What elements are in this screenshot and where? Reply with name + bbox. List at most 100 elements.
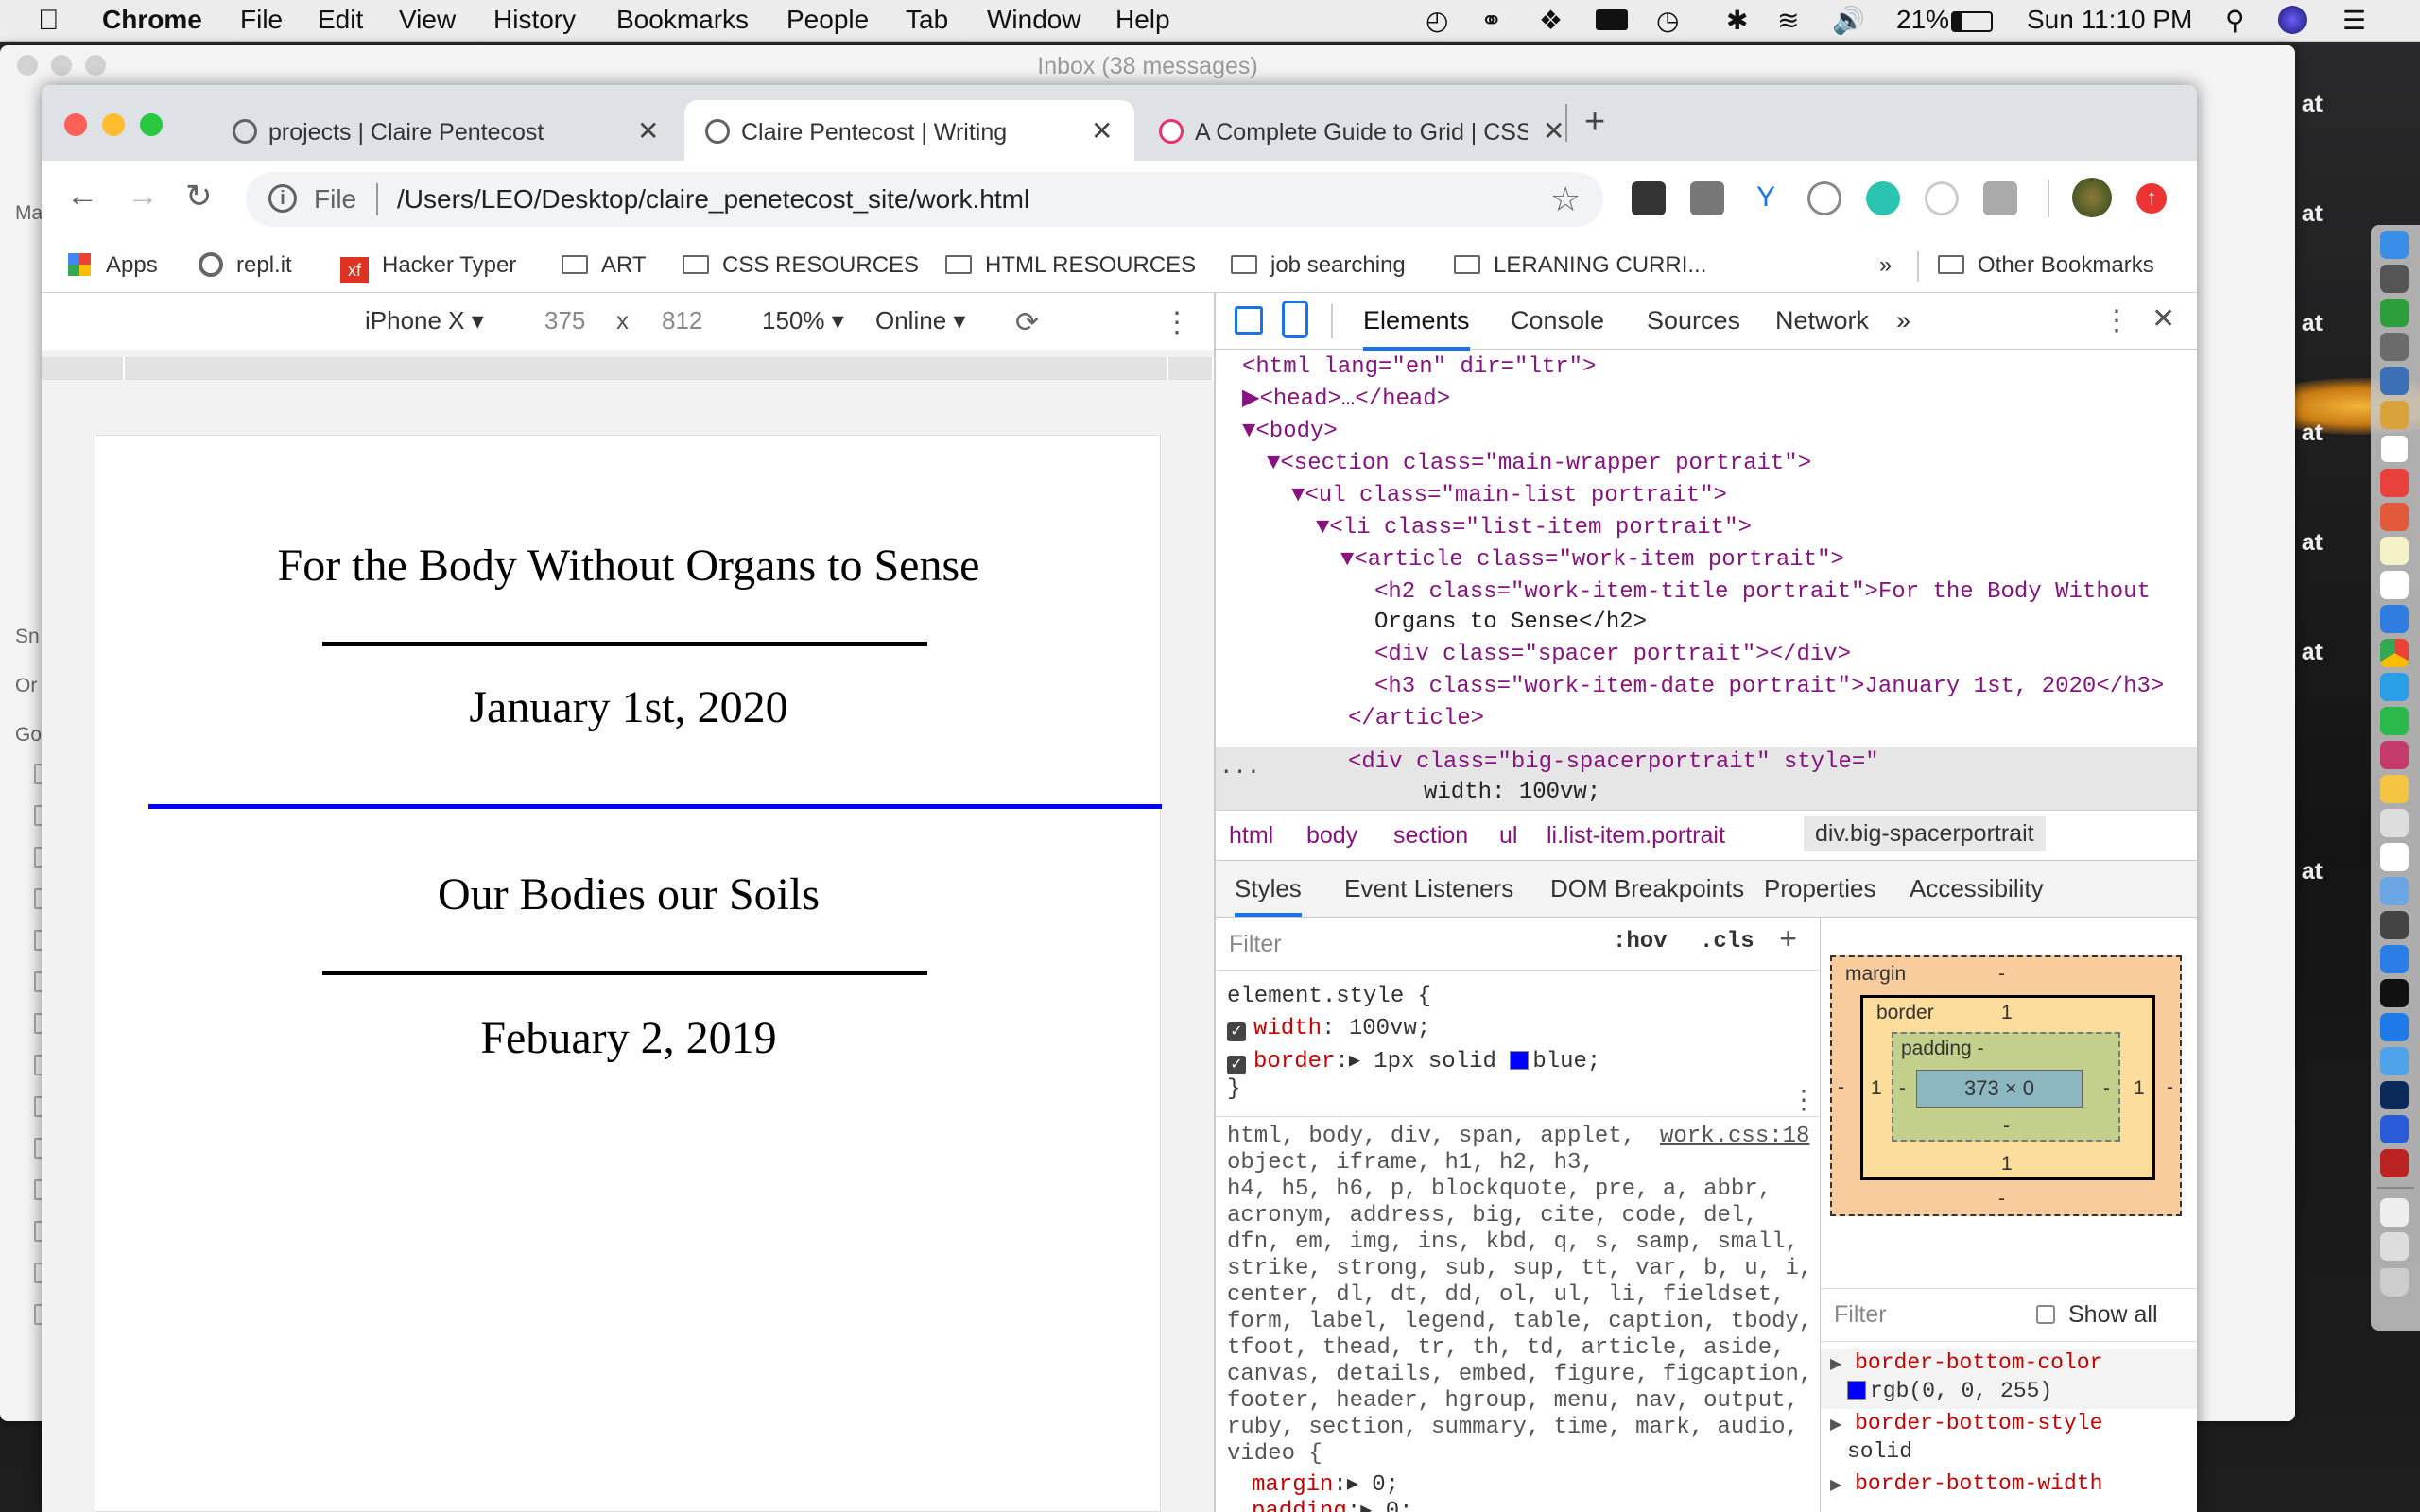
zoom-select[interactable]: 150% ▾: [762, 306, 844, 335]
crumb-div[interactable]: div.big-spacerportrait: [1804, 816, 2046, 851]
dom-node[interactable]: ▼<li class="list-item portrait">: [1316, 512, 1752, 544]
box-model-content[interactable]: 373 × 0: [1916, 1070, 2083, 1108]
bookmark-folder-other[interactable]: Other Bookmarks: [1938, 252, 2154, 279]
skype-icon[interactable]: [2380, 673, 2409, 701]
tab-sources[interactable]: Sources: [1647, 306, 1740, 335]
menu-tab[interactable]: Tab: [906, 5, 948, 35]
style-declaration[interactable]: ✓ width: 100vw;: [1227, 1016, 1430, 1041]
reminders-icon[interactable]: [2380, 469, 2409, 497]
subtab-properties[interactable]: Properties: [1764, 874, 1876, 903]
menu-bookmarks[interactable]: Bookmarks: [616, 5, 749, 35]
trash-icon[interactable]: [2380, 1268, 2409, 1297]
safari-icon[interactable]: [2380, 945, 2409, 973]
photos-icon[interactable]: [2380, 401, 2409, 429]
menu-app-name[interactable]: Chrome: [102, 5, 202, 35]
tab-elements[interactable]: Elements: [1363, 306, 1470, 351]
close-devtools-icon[interactable]: ✕: [2152, 302, 2175, 335]
style-declaration[interactable]: ✓ border:▸ 1px solid blue;: [1227, 1046, 1600, 1074]
profile-avatar[interactable]: [2072, 178, 2112, 217]
minimize-window-button[interactable]: [102, 113, 125, 136]
close-tab-icon[interactable]: ✕: [637, 115, 659, 146]
dom-node[interactable]: <div class="spacer portrait"></div>: [1374, 639, 1851, 671]
dom-node[interactable]: ▼<ul class="main-list portrait">: [1291, 480, 1727, 512]
menu-file[interactable]: File: [240, 5, 283, 35]
new-tab-button[interactable]: +: [1584, 102, 1605, 143]
box-model-margin[interactable]: margin - - - - border 1 1 1 1 padding - …: [1830, 955, 2182, 1216]
device-select[interactable]: iPhone X ▾: [365, 306, 484, 335]
address-bar[interactable]: i File /Users/LEO/Desktop/claire_penetec…: [246, 172, 1603, 227]
tab-network[interactable]: Network: [1775, 306, 1869, 335]
device-menu-icon[interactable]: ⋮: [1163, 306, 1191, 339]
inspect-element-icon[interactable]: [1235, 306, 1263, 335]
media-query-segment[interactable]: [125, 357, 1168, 380]
tab-writing[interactable]: Claire Pentecost | Writing ✕: [684, 100, 1134, 161]
spotlight-icon[interactable]: ⚲: [2225, 5, 2245, 36]
creative-cloud-icon[interactable]: ⚭: [1480, 5, 1502, 36]
checkbox-icon[interactable]: ✓: [1227, 1022, 1246, 1041]
subtab-accessibility[interactable]: Accessibility: [1910, 874, 2044, 903]
subtab-dom-breakpoints[interactable]: DOM Breakpoints: [1550, 874, 1744, 903]
color-swatch[interactable]: [1847, 1381, 1866, 1400]
padding-right-value[interactable]: -: [2103, 1077, 2110, 1100]
css-value[interactable]: 0;: [1372, 1472, 1399, 1498]
calendar-icon[interactable]: [2380, 435, 2409, 463]
bookmark-folder-job-searching[interactable]: job searching: [1231, 252, 1406, 279]
time-machine-icon[interactable]: ◷: [1656, 5, 1679, 36]
apple-icon[interactable]: : [38, 5, 60, 37]
system-preferences-icon[interactable]: [2380, 911, 2409, 939]
timer-status-icon[interactable]: ◴: [1426, 5, 1448, 36]
close-window-button[interactable]: [64, 113, 87, 136]
music-icon[interactable]: [2380, 503, 2409, 531]
rule-source-link[interactable]: work.css:18: [1660, 1124, 1809, 1149]
dom-node[interactable]: <html lang="en" dir="ltr">: [1242, 352, 1596, 384]
facetime-icon[interactable]: [2380, 707, 2409, 735]
computed-property[interactable]: ▶ border-bottom-color: [1830, 1350, 2102, 1375]
network-throttle-select[interactable]: Online ▾: [875, 306, 965, 335]
dom-node-selected[interactable]: <div class="big-spacerportrait" style=": [1348, 747, 1879, 779]
document-icon[interactable]: [2380, 1198, 2409, 1227]
crumb-html[interactable]: html: [1229, 822, 1273, 850]
computed-property[interactable]: ▶ border-bottom-style: [1830, 1411, 2102, 1435]
zoom-window-button[interactable]: [140, 113, 163, 136]
dom-node[interactable]: ▶<head>…</head>: [1242, 384, 1450, 416]
dropbox-icon[interactable]: ❖: [1539, 5, 1563, 36]
device-height-input[interactable]: 812: [662, 306, 702, 335]
styles-filter-input[interactable]: Filter: [1229, 931, 1282, 958]
acrobat-icon[interactable]: [2380, 1149, 2409, 1177]
device-width-input[interactable]: 375: [544, 306, 585, 335]
photo-booth-icon[interactable]: [2380, 741, 2409, 769]
menu-people[interactable]: People: [786, 5, 869, 35]
rule-menu-icon[interactable]: ⋮: [1790, 1084, 1817, 1117]
tab-console[interactable]: Console: [1511, 306, 1604, 335]
dom-node[interactable]: ▼<body>: [1242, 416, 1338, 448]
info-icon[interactable]: i: [268, 184, 297, 213]
back-icon[interactable]: ←: [66, 178, 98, 215]
dom-node[interactable]: <h2 class="work-item-title portrait">For…: [1374, 576, 2151, 609]
subtab-event-listeners[interactable]: Event Listeners: [1344, 874, 1513, 903]
margin-right-value[interactable]: -: [2167, 1076, 2173, 1099]
expand-triangle-icon[interactable]: ▶: [1830, 1356, 1841, 1373]
extension-more-icon[interactable]: [1632, 181, 1666, 215]
more-tabs-icon[interactable]: »: [1896, 306, 1910, 335]
help-icon[interactable]: [2380, 809, 2409, 837]
css-property[interactable]: padding: [1252, 1499, 1347, 1512]
chrome-icon[interactable]: [2380, 639, 2409, 667]
css-value[interactable]: 100vw;: [1349, 1016, 1430, 1041]
update-icon[interactable]: ↑: [2136, 183, 2167, 214]
expand-triangle-icon[interactable]: ▶: [1830, 1477, 1841, 1494]
menu-edit[interactable]: Edit: [318, 5, 363, 35]
dom-node-text[interactable]: Organs to Sense</h2>: [1374, 607, 1647, 639]
bookmark-apps[interactable]: Apps: [68, 252, 158, 279]
computed-filter-input[interactable]: Filter: [1834, 1301, 1887, 1329]
style-declaration[interactable]: padding:▸ 0;: [1252, 1496, 1413, 1512]
battery-icon[interactable]: [1951, 11, 1993, 32]
rocket-icon[interactable]: [2380, 333, 2409, 361]
crumb-body[interactable]: body: [1306, 822, 1357, 850]
extension-chat-icon[interactable]: [1983, 181, 2017, 215]
dom-node[interactable]: </article>: [1348, 703, 1484, 735]
numbers-icon[interactable]: [2380, 843, 2409, 871]
messages-icon[interactable]: [2380, 605, 2409, 633]
device-toggle-icon[interactable]: [1282, 301, 1308, 338]
css-property[interactable]: width: [1253, 1016, 1322, 1041]
app-store-icon[interactable]: [2380, 299, 2409, 327]
